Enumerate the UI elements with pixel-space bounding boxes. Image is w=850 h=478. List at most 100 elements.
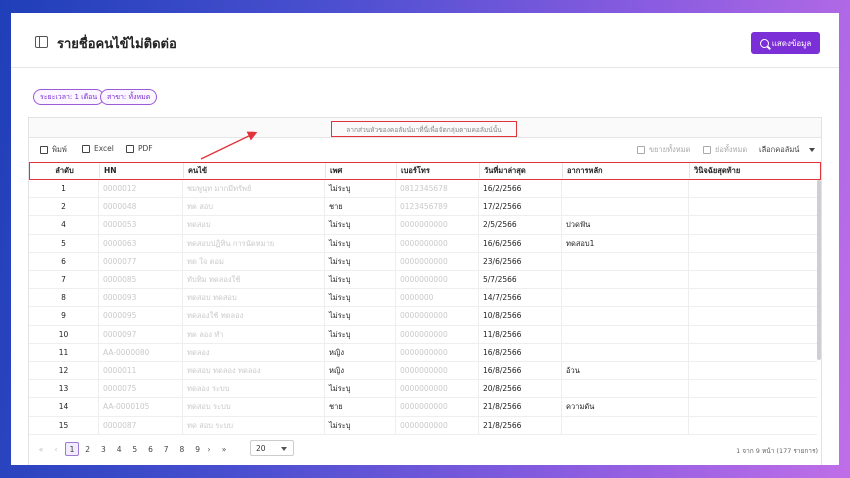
cell-chief-complaint	[562, 380, 689, 399]
cell-patient: ทดลองใช้ ทดลอง	[183, 307, 325, 326]
cell-hn: 0000077	[99, 252, 183, 271]
page-button-3[interactable]: 3	[96, 442, 110, 456]
page-size-select[interactable]: 20	[250, 440, 294, 456]
pdf-button[interactable]: PDF	[126, 144, 153, 153]
page-button-4[interactable]: 4	[112, 442, 126, 456]
cell-hn: AA-0000105	[99, 398, 183, 417]
cell-final-diagnosis	[689, 307, 817, 325]
table-row[interactable]: 11 AA-0000080 ทดลอง หญิง 0000000000 16/8/2566	[29, 343, 817, 362]
sidebar-toggle-icon[interactable]	[35, 36, 48, 48]
collapse-all-button[interactable]: ย่อทั้งหมด	[703, 144, 747, 156]
table-row[interactable]: 7 0000085 ทับทิม ทดลองใช้ ไม่ระบุ 0000000000…	[29, 271, 817, 290]
cell-hn: 0000075	[99, 380, 183, 399]
next-page-button[interactable]: ›	[202, 442, 216, 456]
column-chooser-button[interactable]: เลือกคอลัมน์	[759, 144, 816, 156]
group-panel[interactable]: ลากส่วนหัวของคอลัมน์มาที่นี่เพื่อจัดกลุ่…	[29, 118, 821, 138]
page-button-1[interactable]: 1	[65, 442, 79, 456]
column-header-chief-complaint[interactable]: อาการหลัก	[563, 163, 690, 178]
cell-last-visit: 11/8/2566	[479, 325, 562, 344]
table-row[interactable]: 14 AA-0000105 ทดสอบ ระบบ ชาย 0000000000 21/8/…	[29, 398, 817, 417]
table-row[interactable]: 8 0000093 ทดสอบ ทดสอบ ไม่ระบุ 0000000 14/7/25…	[29, 289, 817, 308]
page-button-8[interactable]: 8	[175, 442, 189, 456]
cell-sex: ชาย	[325, 398, 396, 417]
first-page-button[interactable]: «	[34, 442, 48, 456]
filter-chip-branch[interactable]: สาขา: ทั้งหมด	[100, 89, 158, 105]
page-button-6[interactable]: 6	[144, 442, 158, 456]
cell-no: 2	[29, 198, 99, 217]
cell-last-visit: 17/2/2566	[479, 198, 562, 217]
cell-no: 12	[29, 362, 99, 380]
cell-last-visit: 14/7/2566	[479, 289, 562, 308]
column-header-no[interactable]: ลำดับ	[30, 163, 100, 178]
cell-sex: ไม่ระบุ	[325, 289, 396, 308]
column-header-sex[interactable]: เพศ	[326, 163, 397, 178]
cell-phone: 0000000000	[396, 271, 479, 289]
print-button[interactable]: พิมพ์	[40, 144, 67, 156]
cell-no: 10	[29, 325, 99, 344]
cell-chief-complaint	[562, 180, 689, 198]
cell-last-visit: 20/8/2566	[479, 380, 562, 399]
table-row[interactable]: 6 0000077 ทด ใจ ดอม ไม่ระบุ 0000000000 23/6/2…	[29, 252, 817, 271]
cell-chief-complaint: ปวดฟัน	[562, 216, 689, 235]
table-row[interactable]: 12 0000011 ทดสอบ ทดลอง ทดลอง หญิง 0000000000…	[29, 362, 817, 381]
page-button-2[interactable]: 2	[81, 442, 95, 456]
page-title: รายชื่อคนไข้ไม่ติดต่อ	[57, 37, 177, 52]
table-body: 1 0000012 ชมพูนุท มากมีทรัพย์ ไม่ระบุ 081234…	[29, 180, 817, 442]
show-data-button-label: แสดงข้อมูล	[771, 38, 812, 48]
column-header-hn[interactable]: HN	[100, 163, 184, 178]
table-row[interactable]: 15 0000087 ทด สอบ ระบบ ไม่ระบุ 0000000000 21/…	[29, 416, 817, 435]
cell-patient: ทดลอง ระบบ	[183, 380, 325, 399]
cell-phone: 0000000000	[396, 252, 479, 271]
cell-final-diagnosis	[689, 235, 817, 253]
cell-last-visit: 21/8/2566	[479, 416, 562, 435]
cell-sex: ไม่ระบุ	[325, 307, 396, 326]
collapse-icon	[703, 146, 711, 154]
cell-chief-complaint	[562, 307, 689, 326]
cell-last-visit: 10/8/2566	[479, 307, 562, 326]
cell-sex: ชาย	[325, 198, 396, 217]
app-window: รายชื่อคนไข้ไม่ติดต่อ แสดงข้อมูล ระยะเวล…	[11, 13, 839, 465]
pagination: « ‹ 123456789 › » 20 1 จาก 9 หน้า (177 ร…	[28, 437, 822, 461]
cell-patient: ทดสอบ ทดลอง ทดลอง	[183, 362, 325, 380]
filter-chip-period-label: ระยะเวลา: 1 เดือน	[40, 92, 98, 101]
column-header-last-visit[interactable]: วันที่มาล่าสุด	[480, 163, 563, 178]
last-page-button[interactable]: »	[217, 442, 231, 456]
cell-chief-complaint	[562, 198, 689, 217]
column-header-final-diagnosis[interactable]: วินิจฉัยสุดท้าย	[690, 163, 818, 178]
cell-final-diagnosis	[689, 417, 817, 435]
column-header-patient[interactable]: คนไข้	[184, 163, 326, 178]
cell-last-visit: 23/6/2566	[479, 252, 562, 271]
cell-hn: 0000053	[99, 216, 183, 235]
table-header-row: ลำดับ HN คนไข้ เพศ เบอร์โทร วันที่มาล่าส…	[29, 162, 821, 180]
cell-final-diagnosis	[689, 198, 817, 216]
column-header-phone[interactable]: เบอร์โทร	[397, 163, 480, 178]
grid-toolbar: พิมพ์ Excel PDF ขยายทั้งหมด ย่อทั้งหมด เ…	[29, 139, 821, 161]
column-chooser-label: เลือกคอลัมน์	[759, 145, 800, 154]
cell-patient: ทด สอบ ระบบ	[183, 416, 325, 435]
cell-no: 14	[29, 398, 99, 417]
filter-chip-period[interactable]: ระยะเวลา: 1 เดือน	[33, 89, 105, 105]
show-data-button[interactable]: แสดงข้อมูล	[751, 32, 820, 54]
page-button-7[interactable]: 7	[159, 442, 173, 456]
table-row[interactable]: 2 0000048 ทด สอบ ชาย 0123456789 17/2/2566	[29, 198, 817, 217]
cell-last-visit: 16/8/2566	[479, 343, 562, 362]
expand-all-button[interactable]: ขยายทั้งหมด	[637, 144, 691, 156]
table-row[interactable]: 1 0000012 ชมพูนุท มากมีทรัพย์ ไม่ระบุ 081234…	[29, 180, 817, 199]
page-button-5[interactable]: 5	[128, 442, 142, 456]
chevron-down-icon	[281, 447, 287, 451]
table-row[interactable]: 4 0000053 ทดสอบ ไม่ระบุ 0000000000 2/5/2566 ปว…	[29, 216, 817, 235]
cell-chief-complaint	[562, 271, 689, 289]
cell-final-diagnosis	[689, 362, 817, 380]
cell-final-diagnosis	[689, 216, 817, 234]
excel-button[interactable]: Excel	[82, 144, 114, 153]
cell-patient: ทดลอง	[183, 343, 325, 362]
table-row[interactable]: 9 0000095 ทดลองใช้ ทดลอง ไม่ระบุ 0000000000 1…	[29, 307, 817, 326]
cell-chief-complaint: อ้วน	[562, 362, 689, 380]
table-row[interactable]: 13 0000075 ทดลอง ระบบ ไม่ระบุ 0000000000 20/8…	[29, 380, 817, 399]
prev-page-button[interactable]: ‹	[49, 442, 63, 456]
vertical-scrollbar[interactable]	[817, 180, 821, 360]
filter-chip-branch-label: สาขา: ทั้งหมด	[107, 92, 151, 101]
cell-last-visit: 5/7/2566	[479, 271, 562, 289]
table-row[interactable]: 5 0000063 ทดสอบปฏิทิน การนัดหมาย ไม่ระบุ 000…	[29, 234, 817, 253]
table-row[interactable]: 10 0000097 ทด ลอง ทำ ไม่ระบุ 0000000000 11/8/…	[29, 325, 817, 344]
